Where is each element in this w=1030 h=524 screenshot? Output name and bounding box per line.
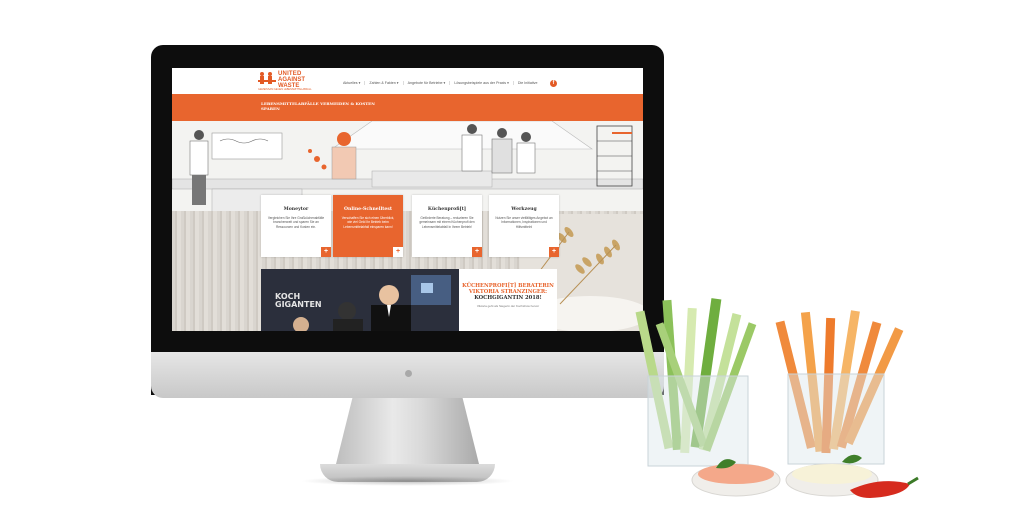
kochgiganten-logo: KOCH GIGANTEN xyxy=(275,293,322,309)
hero-title: LEBENSMITTELABFÄLLE VERMEIDEN & KOSTEN S… xyxy=(261,101,375,111)
card-title: Online-Schnelltest xyxy=(344,207,392,212)
plus-icon[interactable]: + xyxy=(393,247,403,257)
monitor-logo-dot xyxy=(405,370,412,377)
card-online-schnelltest[interactable]: Online-Schnelltest Verschaffen Sie sich … xyxy=(333,195,403,257)
site-logo[interactable]: UNITED AGAINST WASTE GEMEINSAM GEGEN LEB… xyxy=(258,70,316,92)
hero-band xyxy=(172,94,643,121)
card-kuechenprofit[interactable]: Küchenprofi[t] Geförderte Beratung – red… xyxy=(412,195,482,257)
card-werkzeug[interactable]: Werkzeug Nutzen Sie unser vielfältiges A… xyxy=(489,195,559,257)
monitor-stand-neck xyxy=(335,398,480,468)
card-title: Werkzeug xyxy=(511,207,537,212)
menu-item-zahlen-fakten[interactable]: Zahlen & Fakten ▾ xyxy=(365,81,404,85)
facebook-icon[interactable]: f xyxy=(550,80,557,87)
card-text: Verschaffen Sie sich einen Überblick, wi… xyxy=(341,216,395,229)
plus-icon[interactable]: + xyxy=(321,247,331,257)
plus-icon[interactable]: + xyxy=(472,247,482,257)
kitchen-illustration xyxy=(172,121,643,221)
promo-title: KÜCHENPROFI[T] BERATERIN VIKTORIA STRANZ… xyxy=(462,283,554,295)
menu-item-loesungsbeispiele[interactable]: Lösungsbeispiele aus der Praxis ▾ xyxy=(450,81,514,85)
kochgiganten-photo[interactable]: KOCH GIGANTEN xyxy=(261,269,459,331)
menu-item-angebote[interactable]: Angebote für Betriebe ▾ xyxy=(404,81,451,85)
plus-icon[interactable]: + xyxy=(549,247,559,257)
stand-shadow xyxy=(300,476,515,486)
menu-item-initiative[interactable]: Die Initiative xyxy=(514,81,542,85)
site-header: UNITED AGAINST WASTE GEMEINSAM GEGEN LEB… xyxy=(172,68,643,94)
promo-subtitle: KOCHGIGANTIN 2018! xyxy=(474,295,542,301)
card-title: Moneytor xyxy=(283,207,309,212)
promo-text: Viktoria geht als Siegerin der Kochshow … xyxy=(476,304,540,308)
logo-text-giganten: GIGANTEN xyxy=(275,300,322,309)
menu-item-aktuelles[interactable]: Aktuelles ▾ xyxy=(339,81,366,85)
website-screen: UNITED AGAINST WASTE GEMEINSAM GEGEN LEB… xyxy=(172,68,643,331)
card-text: Nutzen Sie unser vielfältiges Angebot an… xyxy=(495,216,553,229)
card-text: Geförderte Beratung – reduzieren Sie gem… xyxy=(419,216,475,229)
card-title: Küchenprofi[t] xyxy=(427,207,467,212)
chef-figures-icon xyxy=(258,72,276,84)
card-moneytor[interactable]: Moneytor Vergleichen Sie Ihre Großküchen… xyxy=(261,195,331,257)
veggie-sticks-photo xyxy=(635,298,919,498)
promo-teaser[interactable]: KÜCHENPROFI[T] BERATERIN VIKTORIA STRANZ… xyxy=(459,269,557,331)
logo-tagline: GEMEINSAM GEGEN LEBENSMITTELABFALL xyxy=(258,88,312,91)
main-menu: Aktuelles ▾ Zahlen & Fakten ▾ Angebote f… xyxy=(339,81,541,85)
card-text: Vergleichen Sie Ihre Großküchenabfälle b… xyxy=(267,216,325,229)
